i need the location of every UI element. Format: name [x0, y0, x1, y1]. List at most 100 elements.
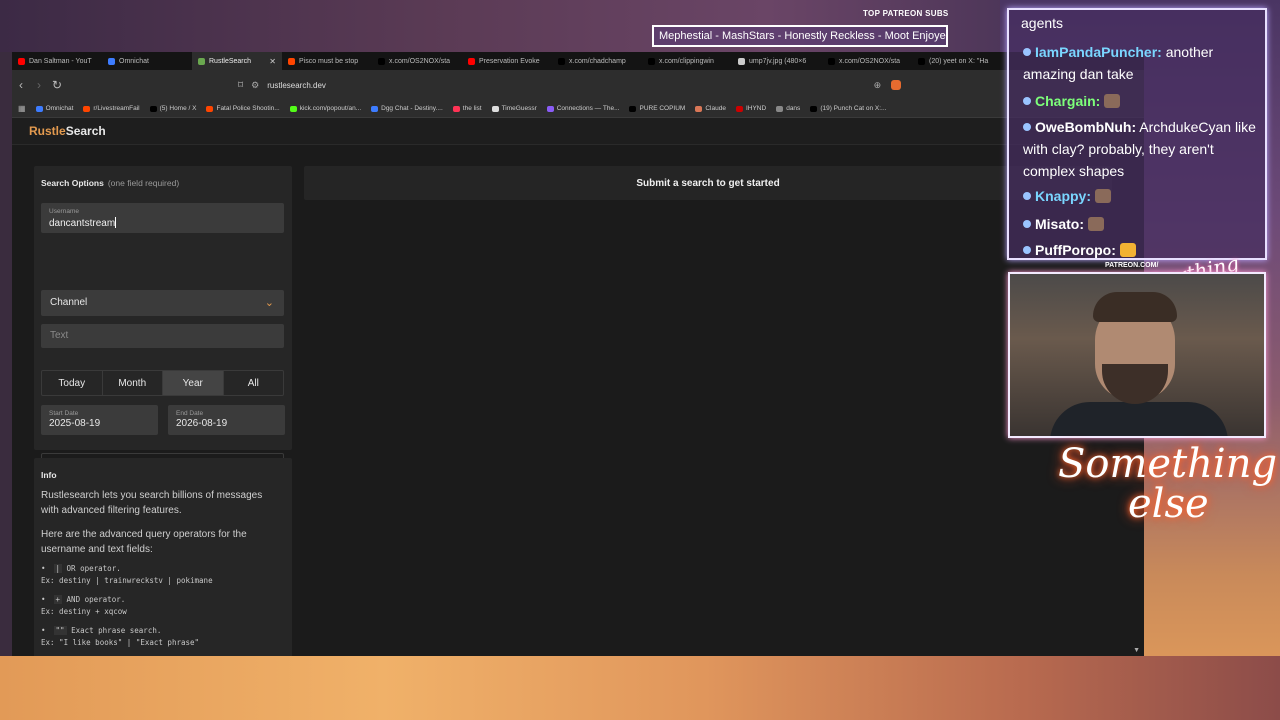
bookmark-item[interactable]: the list: [452, 105, 482, 112]
forward-arrow-icon[interactable]: ›: [30, 78, 48, 92]
range-option-all[interactable]: All: [224, 371, 284, 395]
bookmark-label: Fatal Police Shootin...: [216, 105, 280, 112]
logo-search: Search: [65, 124, 106, 138]
range-option-month[interactable]: Month: [103, 371, 163, 395]
browser-tab[interactable]: x.com/clippingwin: [642, 52, 732, 70]
chat-emote-icon: [1119, 243, 1136, 257]
start-date-label: Start Date: [49, 410, 79, 417]
bookmark-item[interactable]: PURE COPIUM: [629, 105, 685, 112]
chat-badge-icon: [1023, 97, 1031, 105]
tab-favicon-icon: [918, 57, 925, 65]
browser-tab[interactable]: (20) yeet on X: "Ha: [912, 52, 1002, 70]
operator-symbol: +: [53, 595, 63, 604]
tab-label: x.com/OS2NOX/sta: [839, 57, 901, 65]
neon-line-2: else: [1128, 481, 1209, 527]
scroll-down-icon[interactable]: ▼: [1133, 647, 1140, 654]
browser-tab[interactable]: ump7jv.jpg (480×6: [732, 52, 822, 70]
chat-emote-icon: [1088, 217, 1104, 231]
bookmark-item[interactable]: IHYND: [735, 105, 767, 112]
bookmark-item[interactable]: Omnichat: [35, 105, 74, 112]
chat-username: IamPandaPuncher:: [1035, 44, 1162, 60]
operator-example: Ex: destiny + xqcow: [41, 607, 127, 616]
zoom-icon[interactable]: ⊕: [874, 80, 882, 91]
bookmark-label: PURE COPIUM: [639, 105, 686, 112]
channel-select[interactable]: Channel ⌄: [41, 290, 284, 316]
bookmark-label: the list: [462, 105, 482, 112]
operator-item: • + AND operator.: [41, 595, 125, 604]
bookmark-favicon-icon: [206, 105, 214, 112]
username-value[interactable]: dancantstream: [49, 217, 117, 229]
bookmark-favicon-icon: [452, 105, 460, 112]
bookmark-item[interactable]: dans: [776, 105, 800, 112]
address-bar[interactable]: ⚙ rustlesearch.dev ⊕: [251, 74, 902, 96]
browser-tab[interactable]: Pisco must be stop: [282, 52, 372, 70]
bookmark-item[interactable]: TimeGuessr: [491, 105, 537, 112]
start-date-field[interactable]: Start Date 2025-08-19: [41, 405, 158, 435]
url-text[interactable]: rustlesearch.dev: [267, 81, 326, 90]
bookmark-label: IHYND: [745, 105, 767, 112]
chat-overlay: agents IamPandaPuncher: another amazing d…: [1007, 8, 1267, 260]
range-option-year[interactable]: Year: [163, 371, 224, 395]
end-date-field[interactable]: End Date 2026-08-19: [168, 405, 285, 435]
back-arrow-icon[interactable]: ‹: [12, 78, 30, 92]
bookmark-item[interactable]: kick.com/popout/an...: [289, 105, 361, 112]
chat-message: Misato:: [1023, 213, 1265, 235]
chat-badge-icon: [1023, 246, 1031, 254]
bookmark-favicon-icon: [491, 105, 499, 112]
operator-symbol: "": [53, 626, 67, 635]
webcam-person-shirt: [1050, 402, 1228, 436]
logo-rustle: Rustle: [29, 124, 66, 138]
bookmark-item[interactable]: Fatal Police Shootin...: [206, 105, 280, 112]
bookmark-item[interactable]: r/LivestreamFail: [83, 105, 140, 112]
close-tab-icon[interactable]: ✕: [269, 57, 276, 66]
tab-favicon-icon: [378, 57, 385, 65]
browser-tab[interactable]: x.com/OS2NOX/sta: [822, 52, 912, 70]
tab-favicon-icon: [18, 57, 25, 65]
browser-tab[interactable]: Omnichat: [102, 52, 192, 70]
username-field[interactable]: Username dancantstream: [41, 203, 284, 233]
range-option-today[interactable]: Today: [42, 371, 103, 395]
tab-favicon-icon: [198, 57, 205, 65]
browser-tab[interactable]: RustleSearch ✕: [192, 52, 282, 70]
operator-item: • "" Exact phrase search.: [41, 626, 161, 635]
address-bar-actions: ⊕: [874, 80, 902, 91]
end-date-label: End Date: [176, 410, 204, 417]
browser-window: Dan Saltman - YouT Omnichat RustleSearch ✕ P…: [12, 52, 1144, 656]
browser-tab[interactable]: x.com/chadchamp: [552, 52, 642, 70]
info-paragraph: Rustlesearch lets you search billions of…: [41, 490, 263, 516]
reload-icon[interactable]: ↻: [48, 78, 66, 92]
bookmark-label: Omnichat: [45, 105, 74, 112]
chat-username: OweBombNuh:: [1035, 119, 1137, 135]
site-logo[interactable]: RustleSearch: [29, 124, 106, 138]
bookmark-favicon-icon: [810, 105, 818, 112]
bookmark-item[interactable]: Dgg Chat - Destiny....: [371, 105, 443, 112]
tab-favicon-icon: [288, 57, 295, 65]
tab-label: x.com/clippingwin: [659, 57, 714, 65]
webcam-feed: [1008, 272, 1266, 438]
browser-tab[interactable]: x.com/OS2NOX/sta: [372, 52, 462, 70]
bullet-icon: •: [41, 595, 46, 604]
tab-favicon-icon: [828, 57, 835, 65]
bookmark-item[interactable]: (5) Home / X: [149, 105, 196, 112]
webcam-person-hair: [1093, 292, 1177, 322]
tab-favicon-icon: [648, 57, 655, 65]
bullet-icon: •: [41, 626, 46, 635]
chat-text: agents: [1021, 15, 1064, 31]
bookmark-item[interactable]: (19) Punch Cat on X:...: [810, 105, 886, 112]
tab-favicon-icon: [558, 57, 565, 65]
site-info-icon[interactable]: ⚙: [251, 80, 259, 91]
browser-tab[interactable]: Preservation Evoke: [462, 52, 552, 70]
bookmark-page-icon[interactable]: ⌑: [238, 80, 243, 91]
text-field[interactable]: Text: [41, 324, 284, 348]
apps-grid-icon[interactable]: ▦: [18, 104, 26, 113]
bookmark-item[interactable]: Connections — The...: [546, 105, 619, 112]
tab-label: Omnichat: [119, 57, 149, 65]
bookmark-item[interactable]: Claude: [695, 105, 726, 112]
browser-tab[interactable]: Dan Saltman - YouT: [12, 52, 102, 70]
bookmark-favicon-icon: [695, 105, 703, 112]
bookmark-favicon-icon: [776, 105, 784, 112]
date-range-selector: Today Month Year All: [41, 370, 284, 396]
top-patreon-subs-label: TOP PATREON SUBS: [863, 9, 949, 18]
now-playing-banner: Mephestial - MashStars - Honestly Reckle…: [652, 25, 948, 47]
brave-shield-icon[interactable]: [891, 80, 902, 90]
